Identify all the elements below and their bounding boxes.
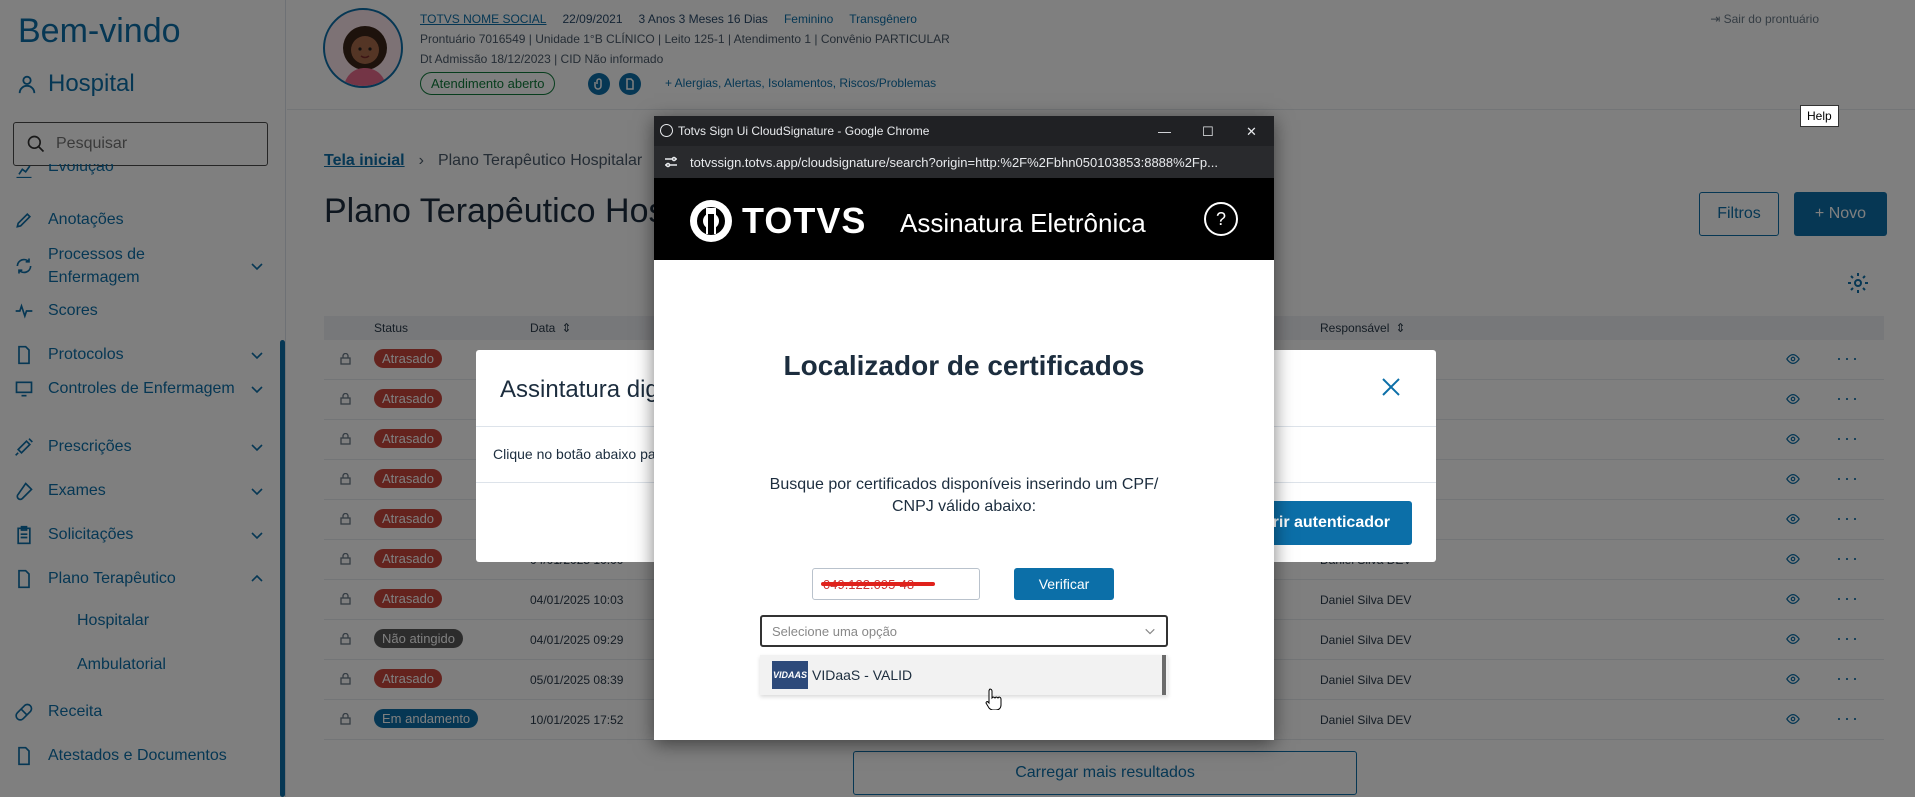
open-authenticator-button[interactable]: Abrir autenticador	[1252, 501, 1412, 545]
dropdown-scrollbar[interactable]	[1162, 655, 1166, 695]
certificate-dropdown: VIDAAS VIDaaS - VALID	[760, 655, 1168, 695]
url-text: totvssign.totvs.app/cloudsignature/searc…	[690, 154, 1218, 170]
window-titlebar[interactable]: Totvs Sign Ui CloudSignature - Google Ch…	[654, 116, 1274, 146]
totvs-logo: TOTVS	[690, 200, 866, 242]
select-placeholder: Selecione uma opção	[772, 623, 898, 639]
chrome-popup-window: Totvs Sign Ui CloudSignature - Google Ch…	[654, 116, 1274, 740]
locator-description: Busque por certificados disponíveis inse…	[769, 476, 1159, 515]
window-title: Totvs Sign Ui CloudSignature - Google Ch…	[678, 124, 930, 138]
dialog-text: Clique no botão abaixo para	[493, 446, 669, 462]
verify-button[interactable]: Verificar	[1014, 568, 1114, 600]
totvs-brand: TOTVS	[742, 200, 867, 241]
totvs-subtitle: Assinatura Eletrônica	[900, 208, 1146, 238]
dropdown-option[interactable]: VIDaaS - VALID	[812, 667, 912, 683]
help-icon[interactable]: ?	[1204, 202, 1238, 236]
cpf-input[interactable]: 049.122.095-48	[812, 568, 980, 600]
close-icon[interactable]	[1380, 376, 1402, 398]
redaction-mark	[821, 582, 935, 586]
close-window-icon[interactable]: ✕	[1246, 124, 1257, 140]
chevron-down-icon	[1145, 628, 1155, 635]
vidaas-logo: VIDAAS	[772, 661, 808, 689]
minimize-icon[interactable]: —	[1158, 124, 1171, 139]
favicon-icon	[660, 124, 673, 137]
totvs-banner: TOTVS Assinatura Eletrônica ?	[654, 178, 1274, 260]
maximize-icon[interactable]: ☐	[1202, 124, 1214, 140]
certificate-select[interactable]: Selecione uma opção	[760, 615, 1168, 647]
site-settings-icon[interactable]	[664, 155, 678, 169]
address-bar[interactable]: totvssign.totvs.app/cloudsignature/searc…	[654, 146, 1274, 178]
help-tooltip: Help	[1800, 105, 1839, 127]
locator-title: Localizador de certificados	[783, 350, 1145, 381]
totvs-logo-mark	[690, 200, 732, 242]
hand-cursor-icon	[985, 688, 1002, 710]
